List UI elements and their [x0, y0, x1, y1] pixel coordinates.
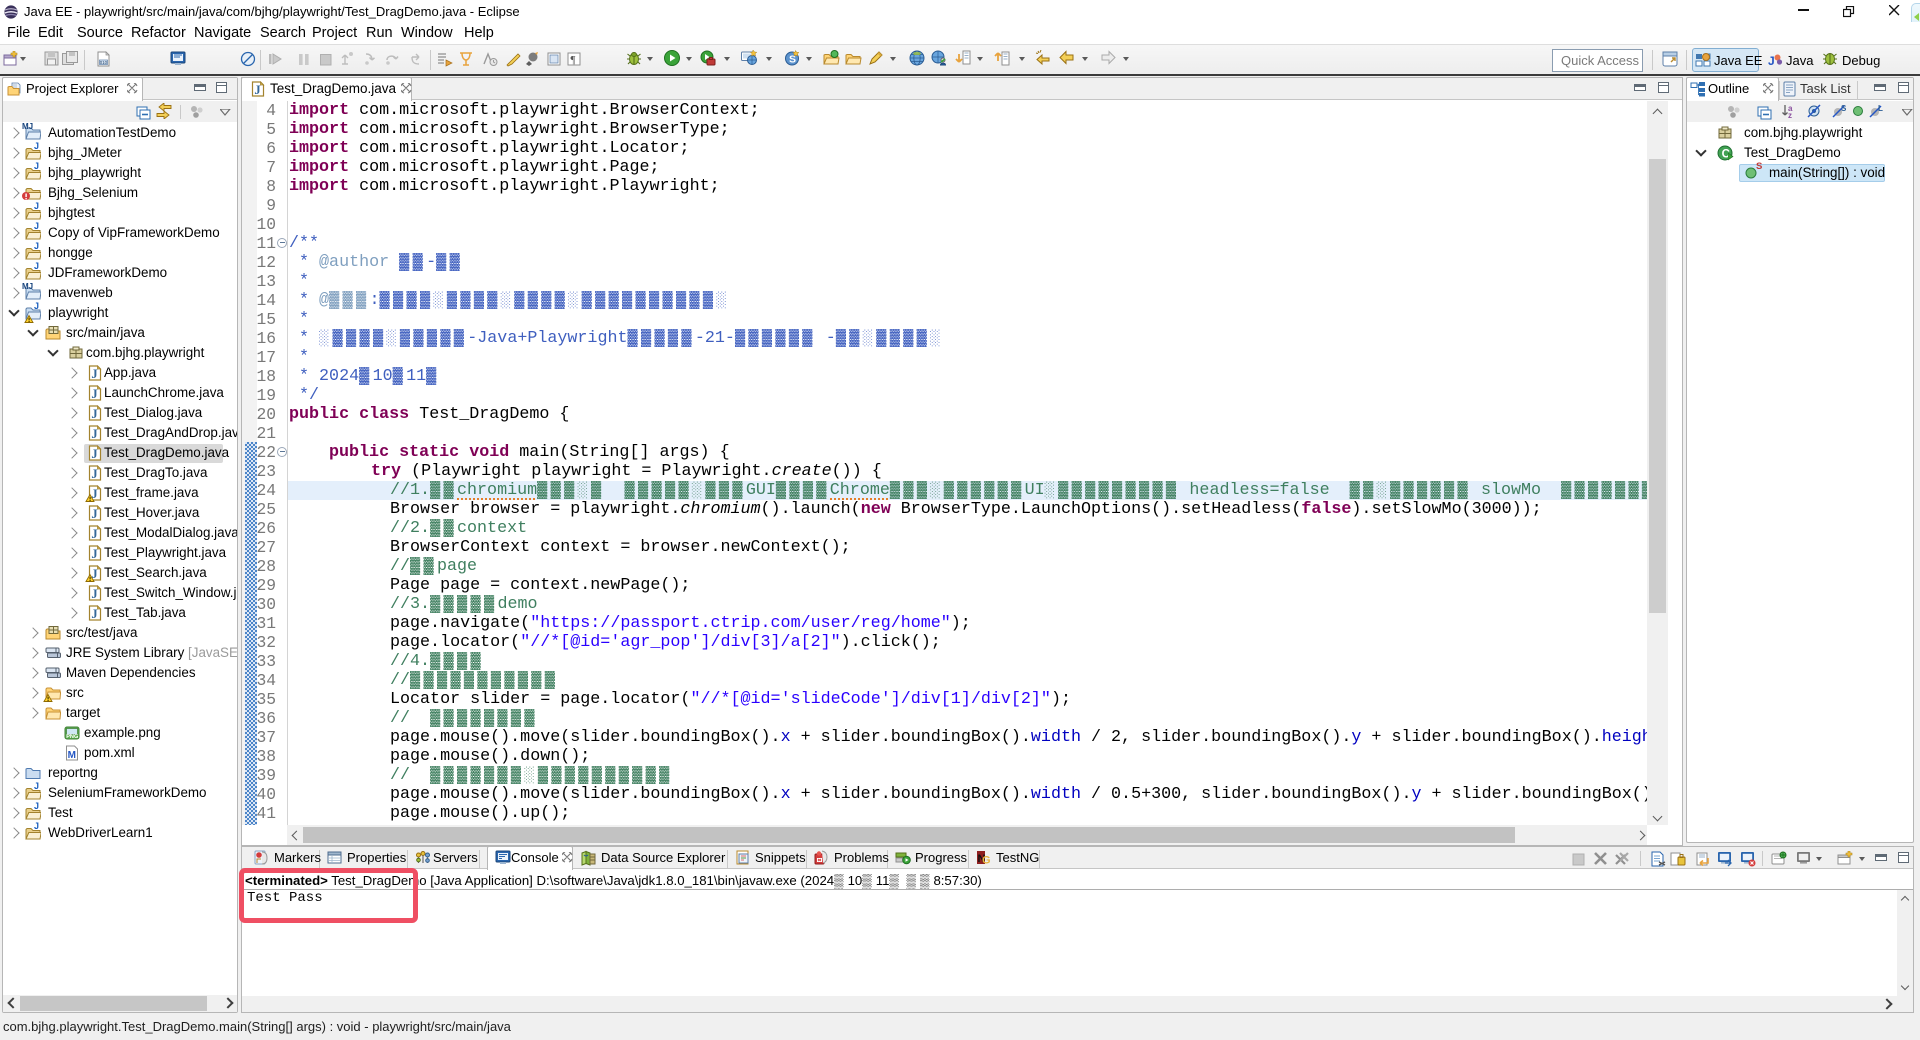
svg-text:J: J [1768, 54, 1775, 68]
svg-text:z: z [1788, 111, 1792, 119]
svg-text:¶: ¶ [571, 54, 576, 66]
svg-text:S: S [1841, 104, 1847, 113]
svg-text:L: L [1878, 104, 1883, 113]
svg-text:G: G [982, 855, 991, 867]
